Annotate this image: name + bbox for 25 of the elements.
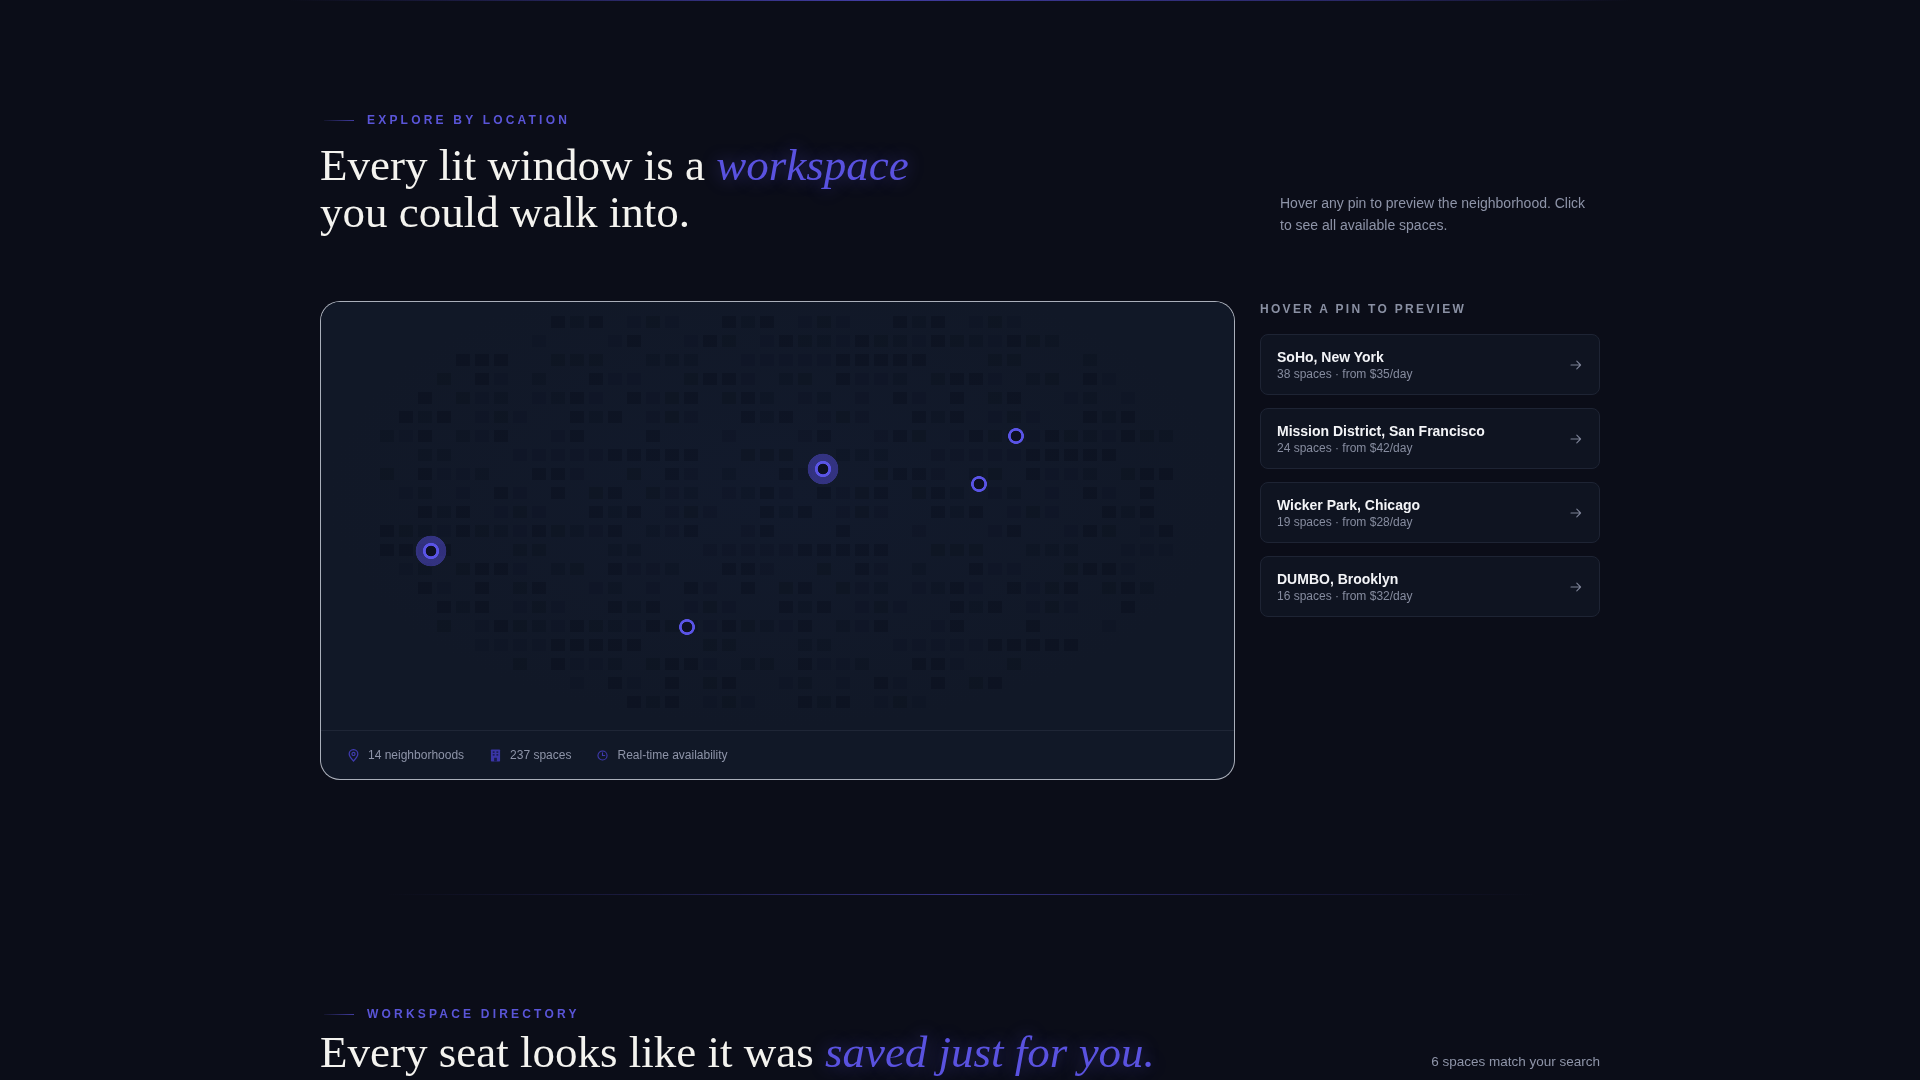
location-card[interactable]: Mission District, San Francisco 24 spaces · from $42/day — [1260, 408, 1600, 469]
stat-label: 237 spaces — [510, 748, 572, 762]
map-pin[interactable] — [970, 474, 989, 493]
location-card[interactable]: SoHo, New York 38 spaces · from $35/day — [1260, 334, 1600, 395]
preview-heading: HOVER A PIN TO PREVIEW — [1260, 301, 1467, 317]
location-card[interactable]: DUMBO, Brooklyn 16 spaces · from $32/day — [1260, 556, 1600, 617]
section-heading: Every lit window is a workspace you could walk into. — [320, 142, 909, 236]
arrow-icon — [1570, 581, 1582, 592]
building-icon — [490, 748, 502, 762]
map-pin[interactable] — [414, 535, 447, 568]
location-card[interactable]: Wicker Park, Chicago 19 spaces · from $28/day — [1260, 482, 1600, 543]
description-text: Hover any pin to preview the neighborhood. Click to see all available spaces. — [1280, 194, 1587, 235]
location-pin-icon — [348, 748, 359, 762]
map-pin[interactable] — [1006, 426, 1025, 445]
stat-label: 14 neighborhoods — [368, 748, 465, 762]
result-count: 6 spaces match your search — [1431, 1053, 1600, 1071]
map-pin[interactable] — [678, 617, 697, 636]
stat-label: Real-time availability — [617, 748, 728, 762]
arrow-icon — [1570, 433, 1582, 444]
eyebrow-label: EXPLORE BY LOCATION — [367, 112, 571, 128]
arrow-icon — [1570, 507, 1582, 518]
clock-icon — [597, 748, 609, 762]
map-pin[interactable] — [807, 452, 840, 485]
arrow-icon — [1570, 359, 1582, 370]
eyebrow-label: WORKSPACE DIRECTORY — [367, 1006, 580, 1022]
